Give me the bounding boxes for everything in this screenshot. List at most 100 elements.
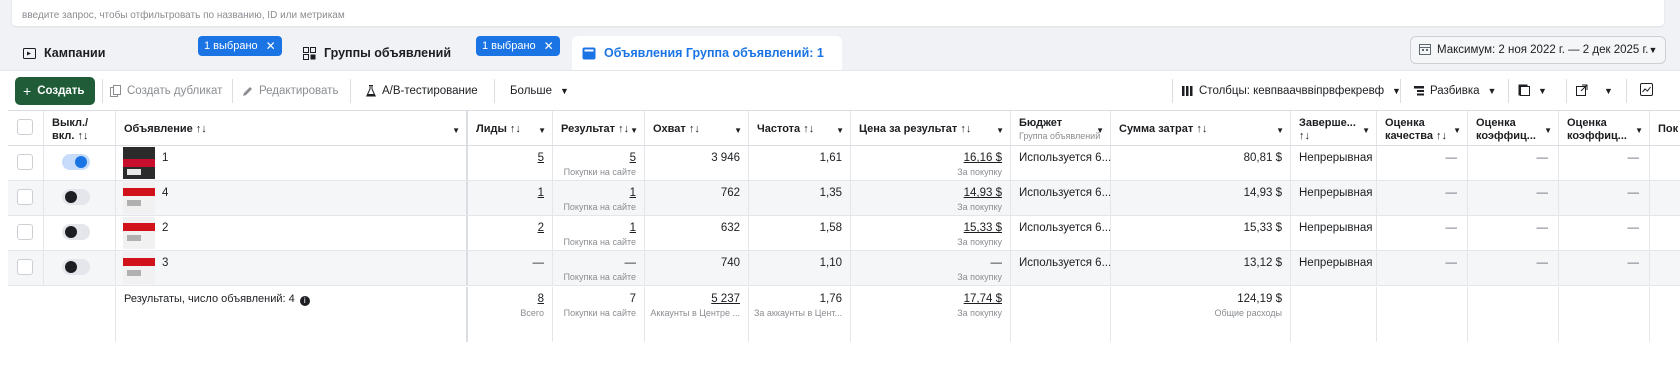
totals-cpr[interactable]: 17,74 $ <box>964 293 1002 305</box>
result-value[interactable]: 5 <box>630 152 636 164</box>
ad-toggle[interactable] <box>62 189 90 205</box>
close-icon[interactable]: ✕ <box>544 39 554 53</box>
ad-name[interactable]: 1 <box>162 152 168 164</box>
close-icon[interactable]: ✕ <box>266 39 276 53</box>
header-spend[interactable]: Сумма затрат ↑↓ ▼ <box>1111 111 1291 145</box>
conversion-cell: — <box>1559 251 1650 285</box>
chevron-down-icon: ▼ <box>630 126 638 135</box>
reach-value: 3 946 <box>711 152 740 164</box>
search-input[interactable]: введите запрос, чтобы отфильтровать по н… <box>12 0 1664 26</box>
ad-thumbnail[interactable] <box>123 182 155 214</box>
leads-value[interactable]: 2 <box>538 222 544 234</box>
header-quality[interactable]: Оценка качества ↑↓ ▼ <box>1377 111 1468 145</box>
spend-cell: 13,12 $ <box>1111 251 1291 285</box>
duplicate-button[interactable]: Создать дубликат <box>110 77 222 105</box>
header-ad[interactable]: Объявление ↑↓ ▼ <box>116 111 468 145</box>
header-ends-label: Заверше... ↑↓ <box>1299 117 1356 142</box>
table-row[interactable]: 2 2 1 Покупка на сайте 632 1,58 15,33 $ За… <box>8 216 1680 251</box>
header-frequency[interactable]: Частота ↑↓ ▼ <box>749 111 851 145</box>
edit-button[interactable]: Редактировать <box>242 77 338 105</box>
toggle-knob <box>65 191 77 203</box>
header-result[interactable]: Результат ↑↓ ▼ <box>553 111 645 145</box>
header-conversion[interactable]: Оценка коэффиц... ▼ <box>1559 111 1650 145</box>
ad-thumbnail[interactable] <box>123 217 155 249</box>
select-all-checkbox[interactable] <box>17 119 33 135</box>
toggle-knob <box>65 226 77 238</box>
header-engagement-label: Оценка коэффиц... <box>1476 117 1536 142</box>
reach-cell: 3 946 <box>645 146 749 180</box>
tab-ads[interactable]: Объявления Группа объявлений: 1 <box>572 36 842 70</box>
chevron-down-icon: ▼ <box>734 126 742 135</box>
ad-name[interactable]: 4 <box>162 187 168 199</box>
more-button[interactable]: Больше ▼ <box>510 77 569 105</box>
conversion-cell: — <box>1559 181 1650 215</box>
engagement-value: — <box>1536 152 1549 164</box>
breakdown-icon <box>1414 86 1424 96</box>
row-checkbox[interactable] <box>17 259 33 275</box>
row-checkbox[interactable] <box>17 154 33 170</box>
columns-button[interactable]: Столбцы: кевпваачвв​іпрвфекревф ▼ <box>1182 77 1401 105</box>
breakdown-button[interactable]: Разбивка ▼ <box>1414 77 1496 105</box>
ad-name[interactable]: 2 <box>162 222 168 234</box>
table-row[interactable]: 1 5 5 Покупки на сайте 3 946 1,61 16,16 $… <box>8 146 1680 181</box>
ad-name[interactable]: 3 <box>162 257 168 269</box>
result-value[interactable]: 1 <box>630 222 636 234</box>
chevron-down-icon: ▼ <box>1538 86 1547 96</box>
export-menu-button[interactable]: ▼ <box>1604 77 1613 105</box>
edit-label: Редактировать <box>259 85 339 97</box>
header-engagement[interactable]: Оценка коэффиц... ▼ <box>1468 111 1559 145</box>
cpr-note: За покупку <box>957 202 1002 212</box>
row-checkbox[interactable] <box>17 189 33 205</box>
reports-button[interactable]: ▼ <box>1518 77 1547 105</box>
header-ends[interactable]: Заверше... ↑↓ ▼ <box>1291 111 1377 145</box>
export-button[interactable] <box>1576 77 1588 105</box>
table-row[interactable]: 4 1 1 Покупка на сайте 762 1,35 14,93 $ За… <box>8 181 1680 216</box>
totals-budget-cell <box>1011 287 1111 342</box>
budget-cell: Используется 6... <box>1011 181 1111 215</box>
cpr-value: — <box>990 257 1003 269</box>
quality-cell: — <box>1377 216 1468 250</box>
ad-toggle[interactable] <box>62 154 90 170</box>
leads-cell: 5 <box>468 146 553 180</box>
totals-leads[interactable]: 8 <box>538 293 544 305</box>
table-row[interactable]: 3 — — Покупка на сайте 740 1,10 — За покуп… <box>8 251 1680 286</box>
campaigns-selected-badge[interactable]: 1 выбрано ✕ <box>198 36 282 56</box>
totals-engagement-cell <box>1468 287 1559 342</box>
header-leads[interactable]: Лиды ↑↓ ▼ <box>468 111 553 145</box>
header-cost-per-result[interactable]: Цена за результат ↑↓ ▼ <box>851 111 1011 145</box>
cpr-value[interactable]: 15,33 $ <box>964 222 1002 234</box>
cpr-cell: 15,33 $ За покупку <box>851 216 1011 250</box>
charts-button[interactable] <box>1640 77 1653 105</box>
budget-value: Используется 6... <box>1019 152 1111 164</box>
header-more-column[interactable]: Пок <box>1650 111 1680 145</box>
header-toggle-label: Выкл./ вкл. ↑↓ <box>52 117 89 142</box>
ad-thumbnail[interactable] <box>123 147 155 179</box>
row-toggle-cell <box>44 251 116 285</box>
ends-value: Непрерывная <box>1299 222 1373 234</box>
cpr-value[interactable]: 14,93 $ <box>964 187 1002 199</box>
leads-value[interactable]: 5 <box>538 152 544 164</box>
date-range-picker[interactable]: Максимум: 2 ноя 2022 г. — 2 дек 2025 г. … <box>1410 36 1666 64</box>
frequency-value: 1,61 <box>819 152 842 164</box>
ab-test-button[interactable]: A/B-тестирование <box>366 77 478 105</box>
cpr-value[interactable]: 16,16 $ <box>964 152 1002 164</box>
ad-sets-selected-badge[interactable]: 1 выбрано ✕ <box>476 36 560 56</box>
ad-thumbnail[interactable] <box>123 252 155 284</box>
ad-toggle[interactable] <box>62 259 90 275</box>
row-checkbox[interactable] <box>17 224 33 240</box>
ad-toggle[interactable] <box>62 224 90 240</box>
leads-value[interactable]: 1 <box>538 187 544 199</box>
tab-campaigns-label: Кампании <box>44 46 106 60</box>
header-toggle[interactable]: Выкл./ вкл. ↑↓ <box>44 111 116 145</box>
totals-cpr-note: За покупку <box>957 308 1002 318</box>
conversion-value: — <box>1627 257 1640 269</box>
result-value[interactable]: 1 <box>630 187 636 199</box>
totals-reach[interactable]: 5 237 <box>711 293 740 305</box>
info-icon[interactable]: i <box>299 296 310 306</box>
thumb-band <box>123 159 155 167</box>
header-reach[interactable]: Охват ↑↓ ▼ <box>645 111 749 145</box>
ends-cell: Непрерывная <box>1291 181 1377 215</box>
reach-value: 762 <box>720 187 740 199</box>
create-button[interactable]: + Создать <box>15 77 95 105</box>
header-budget[interactable]: Бюджет Группа объявлений ▼ <box>1011 111 1111 145</box>
